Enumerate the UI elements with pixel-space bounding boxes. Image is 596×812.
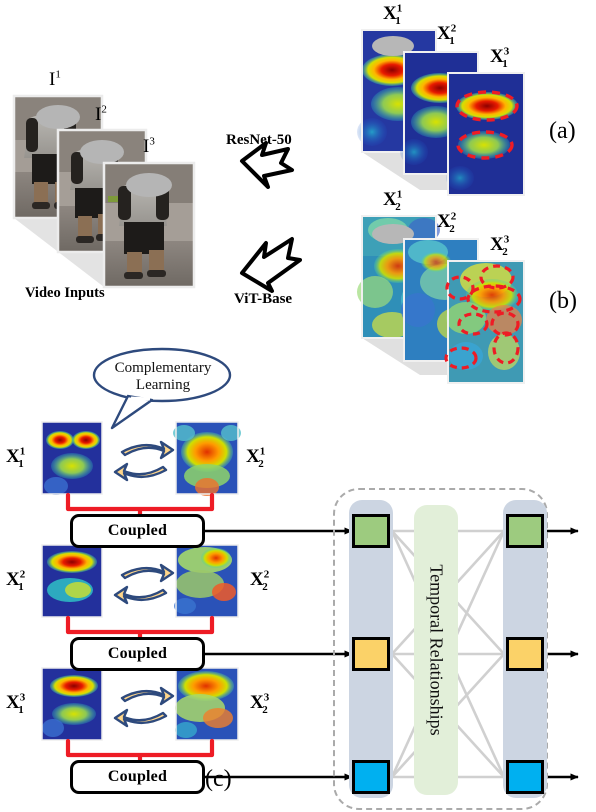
figure-canvas: I1 I2 I3 Video Inputs ResNet-50 ViT-Base… [0, 0, 596, 812]
panel-b-feature-label-1: X12 [383, 188, 403, 213]
temporal-node-out-1[interactable] [506, 514, 544, 548]
panel-b-feature-label-2: X22 [437, 210, 457, 235]
video-input-stack [12, 94, 196, 289]
frame-label-2: I2 [95, 103, 107, 125]
panel-a-feature-label-2: X21 [437, 22, 457, 47]
face-anonymize-mask [36, 105, 80, 129]
block-arrow-resnet-icon [240, 141, 294, 189]
block-arrow-vit-icon [240, 237, 302, 293]
panel-c-row2-right-heatmap [174, 544, 239, 618]
temporal-node-in-1[interactable] [352, 514, 390, 548]
coupled-box-2[interactable]: Coupled [70, 637, 205, 671]
coupled-box-1[interactable]: Coupled [70, 514, 205, 548]
panel-c-row3-right-label: X32 [250, 691, 270, 716]
temporal-relationships-band: Temporal Relationships [414, 505, 458, 795]
frame-label-3: I3 [143, 135, 155, 157]
video-inputs-caption: Video Inputs [25, 285, 105, 301]
panel-c-row2-right-label: X22 [250, 568, 270, 593]
temporal-relationships-label: Temporal Relationships [426, 564, 447, 736]
temporal-node-out-2[interactable] [506, 637, 544, 671]
panel-c-row3-left-heatmap [41, 667, 103, 741]
panel-tag-a: (a) [549, 118, 576, 144]
panel-b-feature-label-3: X32 [490, 233, 510, 258]
temporal-node-in-3[interactable] [352, 760, 390, 794]
panel-c-row2-left-label: X21 [6, 568, 26, 593]
circular-exchange-arrows-icon [113, 440, 175, 728]
panel-c-row1-right-heatmap [173, 421, 241, 496]
panel-c-row3-left-label: X31 [6, 691, 26, 716]
coupled-box-3[interactable]: Coupled [70, 760, 205, 794]
bubble-line-1: Complementary [114, 360, 212, 376]
panel-c-row3-right-heatmap [175, 667, 239, 741]
temporal-node-in-2[interactable] [352, 637, 390, 671]
complementary-learning-text: Complementary Learning [98, 360, 228, 394]
backbone-label-resnet: ResNet-50 [226, 132, 292, 148]
panel-a-feature-label-1: X11 [383, 2, 403, 27]
face-anonymize-mask [126, 173, 172, 197]
panel-c-row2-left-heatmap [41, 544, 103, 618]
panel-c-row1-left-heatmap [41, 421, 103, 495]
frame-label-1: I1 [49, 68, 61, 90]
panel-tag-b: (b) [549, 288, 577, 314]
backbone-label-vit: ViT-Base [234, 291, 293, 307]
face-anonymize-mask [80, 140, 124, 164]
bubble-line-2: Learning [135, 376, 191, 393]
panel-c-row1-right-label: X12 [246, 445, 266, 470]
panel-a-feature-label-3: X31 [490, 45, 510, 70]
panel-c-row1-left-label: X11 [6, 445, 26, 470]
temporal-node-out-3[interactable] [506, 760, 544, 794]
panel-tag-c: (c) [205, 766, 232, 792]
